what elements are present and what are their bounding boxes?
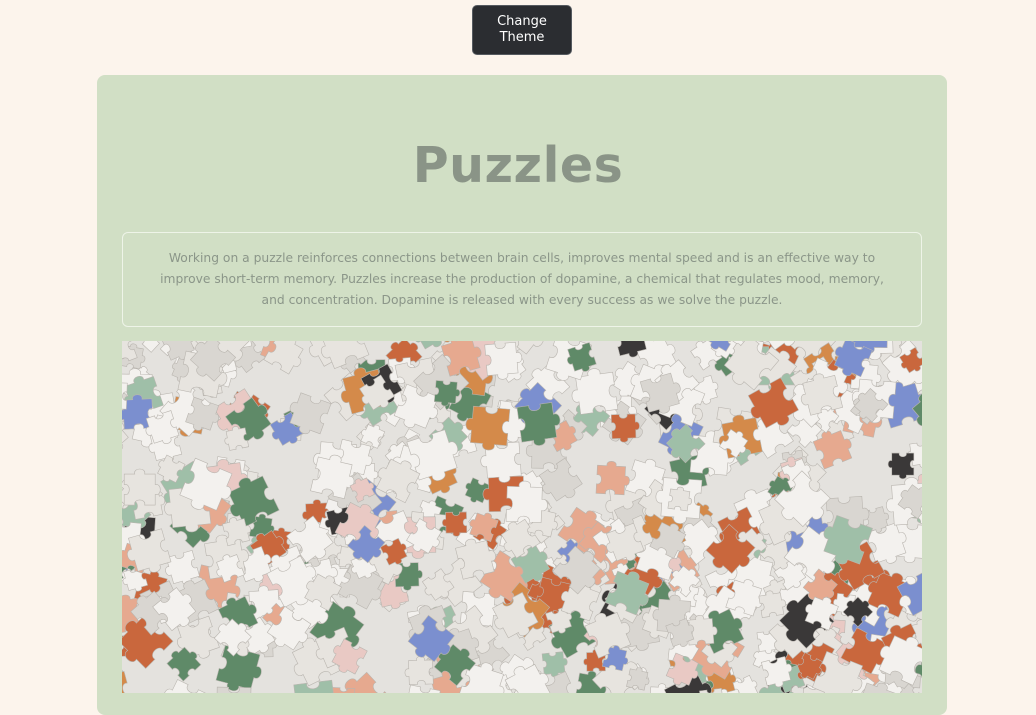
puzzle-piece [919, 689, 922, 693]
change-theme-button[interactable]: Change Theme [472, 5, 572, 55]
puzzle-piece [404, 656, 433, 685]
puzzle-pieces-group [122, 341, 922, 693]
puzzle-piece [124, 469, 160, 505]
puzzle-pieces-image [122, 341, 922, 693]
puzzle-piece [888, 453, 914, 479]
description-box: Working on a puzzle reinforces connectio… [122, 232, 922, 327]
puzzle-pieces-illustration [122, 341, 922, 693]
description-text: Working on a puzzle reinforces connectio… [160, 251, 884, 307]
puzzle-piece [122, 666, 133, 693]
puzzle-piece [442, 512, 467, 537]
card-title: Puzzles [0, 133, 1036, 199]
